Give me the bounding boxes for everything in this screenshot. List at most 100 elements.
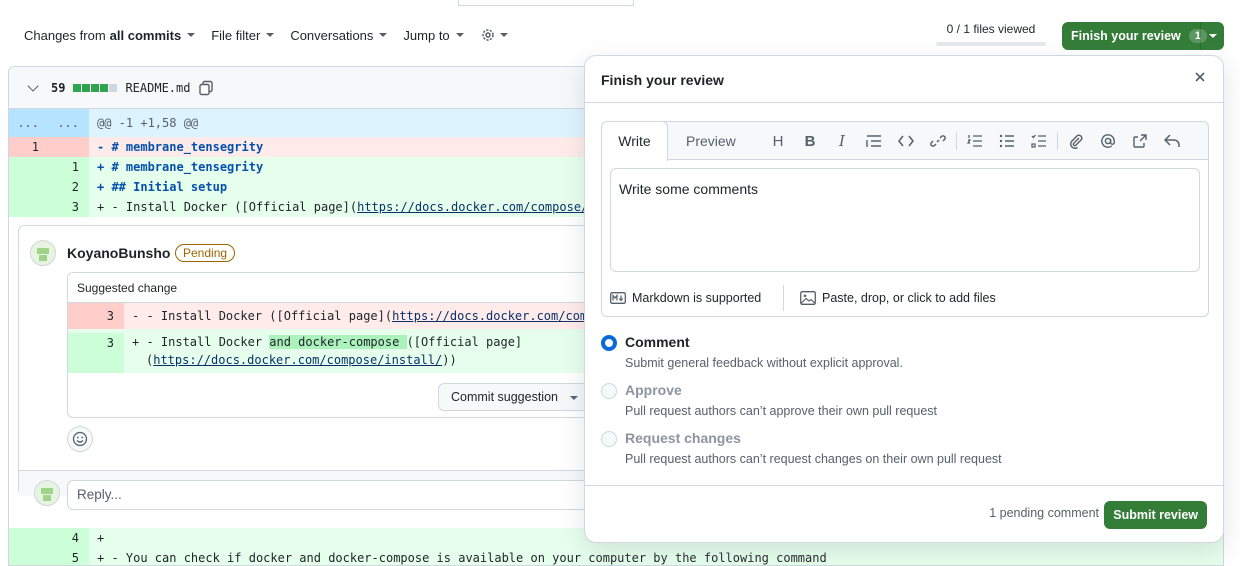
diff-line-link[interactable]: https://docs.docker.com/compose/ bbox=[357, 200, 588, 214]
editor-toolbar: Write Preview H B I bbox=[601, 121, 1208, 161]
suggestion-code-text: + - Install Docker bbox=[132, 335, 270, 349]
finish-review-label: Finish your review bbox=[1071, 29, 1181, 43]
ordered-list-icon[interactable] bbox=[959, 122, 991, 160]
smiley-icon bbox=[72, 431, 88, 447]
files-viewed-bar bbox=[936, 42, 1046, 46]
changes-from-value: all commits bbox=[109, 27, 182, 43]
diff-toolbar: Changes from all commits File filter Con… bbox=[24, 24, 508, 46]
jump-to-label: Jump to bbox=[403, 27, 450, 43]
files-viewed-text: 0 / 1 files viewed bbox=[946, 22, 1036, 36]
suggestion-code-text: - - Install Docker ([Official page]( bbox=[132, 309, 393, 323]
line-number-new[interactable] bbox=[49, 137, 89, 157]
diff-settings-button[interactable] bbox=[480, 27, 508, 43]
comment-editor: Write Preview H B I Write some comments … bbox=[601, 121, 1209, 317]
mention-icon[interactable] bbox=[1092, 122, 1124, 160]
submit-review-button[interactable]: Submit review bbox=[1104, 501, 1207, 529]
file-filter-dropdown[interactable]: File filter bbox=[211, 27, 275, 43]
task-list-icon[interactable] bbox=[1023, 122, 1055, 160]
file-name[interactable]: README.md bbox=[125, 81, 190, 95]
finish-review-dropdown[interactable] bbox=[1200, 22, 1224, 50]
suggestion-code-text: ([Official page] bbox=[406, 335, 523, 349]
comment-author[interactable]: KoyanoBunsho bbox=[67, 245, 170, 261]
suggestion-link[interactable]: https://docs.docker.com/compose/install/ bbox=[153, 353, 442, 367]
pending-comment-count: 1 pending comment bbox=[989, 506, 1099, 520]
line-number-old[interactable] bbox=[9, 548, 49, 565]
quote-icon[interactable] bbox=[858, 122, 890, 160]
caret-down-icon bbox=[499, 33, 508, 37]
line-number-new[interactable]: 2 bbox=[49, 177, 89, 197]
caret-down-icon bbox=[187, 33, 196, 37]
line-number-new[interactable]: 3 bbox=[49, 197, 89, 217]
caret-down-icon bbox=[455, 33, 464, 37]
file-filter-label: File filter bbox=[211, 27, 261, 43]
diff-line-code: + ## Initial setup bbox=[97, 180, 228, 194]
suggestion-highlight: and docker-compose bbox=[269, 335, 407, 349]
review-comment-textarea[interactable]: Write some comments bbox=[610, 168, 1200, 272]
option-description: Submit general feedback without explicit… bbox=[625, 356, 903, 370]
caret-down-icon bbox=[1208, 34, 1217, 38]
add-files-button[interactable]: Paste, drop, or click to add files bbox=[784, 291, 996, 305]
bold-icon[interactable]: B bbox=[794, 122, 826, 160]
line-number-old[interactable] bbox=[9, 197, 49, 217]
files-viewed-progress: 0 / 1 files viewed bbox=[936, 22, 1046, 46]
avatar[interactable] bbox=[30, 240, 56, 266]
changes-from-prefix: Changes from bbox=[24, 27, 106, 43]
image-icon bbox=[800, 291, 816, 305]
diff-line: 5 + - You can check if docker and docker… bbox=[9, 548, 1223, 565]
top-tabs bbox=[0, 0, 1240, 6]
option-label: Approve bbox=[625, 382, 682, 398]
hunk-expand-old[interactable]: ... bbox=[9, 109, 49, 137]
add-reaction-button[interactable] bbox=[67, 426, 93, 452]
jump-to-dropdown[interactable]: Jump to bbox=[403, 27, 464, 43]
line-number-old[interactable] bbox=[9, 528, 49, 548]
attach-icon[interactable] bbox=[1060, 122, 1092, 160]
commit-suggestion-button[interactable]: Commit suggestion bbox=[438, 383, 589, 411]
line-number: 3 bbox=[68, 303, 124, 329]
toolbar-divider bbox=[1057, 132, 1058, 150]
line-number-new[interactable]: 4 bbox=[49, 528, 89, 548]
diffstat-count: 59 bbox=[51, 80, 66, 95]
line-number-old[interactable]: 1 bbox=[9, 137, 49, 157]
unordered-list-icon[interactable] bbox=[991, 122, 1023, 160]
diff-line-code: + # membrane_tensegrity bbox=[97, 160, 264, 174]
avatar bbox=[34, 480, 60, 506]
diff-line-code: - # membrane_tensegrity bbox=[97, 140, 264, 154]
tab-write[interactable]: Write bbox=[601, 121, 668, 161]
chevron-down-icon[interactable] bbox=[27, 79, 39, 92]
option-label: Comment bbox=[625, 334, 690, 350]
cross-reference-icon[interactable] bbox=[1124, 122, 1156, 160]
diffstat-bar bbox=[73, 83, 118, 92]
markdown-icon bbox=[610, 292, 626, 304]
tab-preview[interactable]: Preview bbox=[686, 122, 736, 160]
markdown-supported-link[interactable]: Markdown is supported bbox=[602, 285, 784, 311]
line-number-new[interactable]: 1 bbox=[49, 157, 89, 177]
finish-review-button[interactable]: Finish your review 1 bbox=[1062, 22, 1224, 50]
suggestion-code-text: ( bbox=[146, 353, 154, 367]
suggestion-link[interactable]: https://docs.docker.com/compo bbox=[392, 309, 602, 323]
conversations-dropdown[interactable]: Conversations bbox=[290, 28, 388, 43]
divider bbox=[585, 485, 1223, 486]
reply-icon[interactable] bbox=[1156, 122, 1188, 160]
option-description: Pull request authors can’t request chang… bbox=[625, 452, 1002, 466]
diff-line-code: + - Install Docker ([Official page](http… bbox=[89, 197, 588, 217]
line-number-old[interactable] bbox=[9, 177, 49, 197]
line-number-new[interactable]: 5 bbox=[49, 548, 89, 565]
suggestion-code: + - Install Docker and docker-compose ([… bbox=[124, 333, 522, 373]
files-note: Paste, drop, or click to add files bbox=[822, 291, 996, 305]
status-badge: Pending bbox=[175, 244, 236, 262]
link-icon[interactable] bbox=[922, 122, 954, 160]
italic-icon[interactable]: I bbox=[826, 122, 858, 160]
diff-line-code-text: + - Install Docker ([Official page]( bbox=[97, 200, 358, 214]
changes-from-dropdown[interactable]: Changes from all commits bbox=[24, 27, 196, 43]
copy-icon[interactable] bbox=[198, 80, 214, 96]
code-icon[interactable] bbox=[890, 122, 922, 160]
hunk-expand-new[interactable]: ... bbox=[49, 109, 89, 137]
popover-title: Finish your review bbox=[601, 72, 724, 88]
heading-icon[interactable]: H bbox=[762, 122, 794, 160]
option-label: Request changes bbox=[625, 430, 741, 446]
divider bbox=[585, 102, 1223, 103]
radio-comment[interactable] bbox=[601, 335, 617, 351]
commit-suggestion-label: Commit suggestion bbox=[451, 390, 558, 404]
close-button[interactable] bbox=[1193, 70, 1207, 89]
line-number-old[interactable] bbox=[9, 157, 49, 177]
